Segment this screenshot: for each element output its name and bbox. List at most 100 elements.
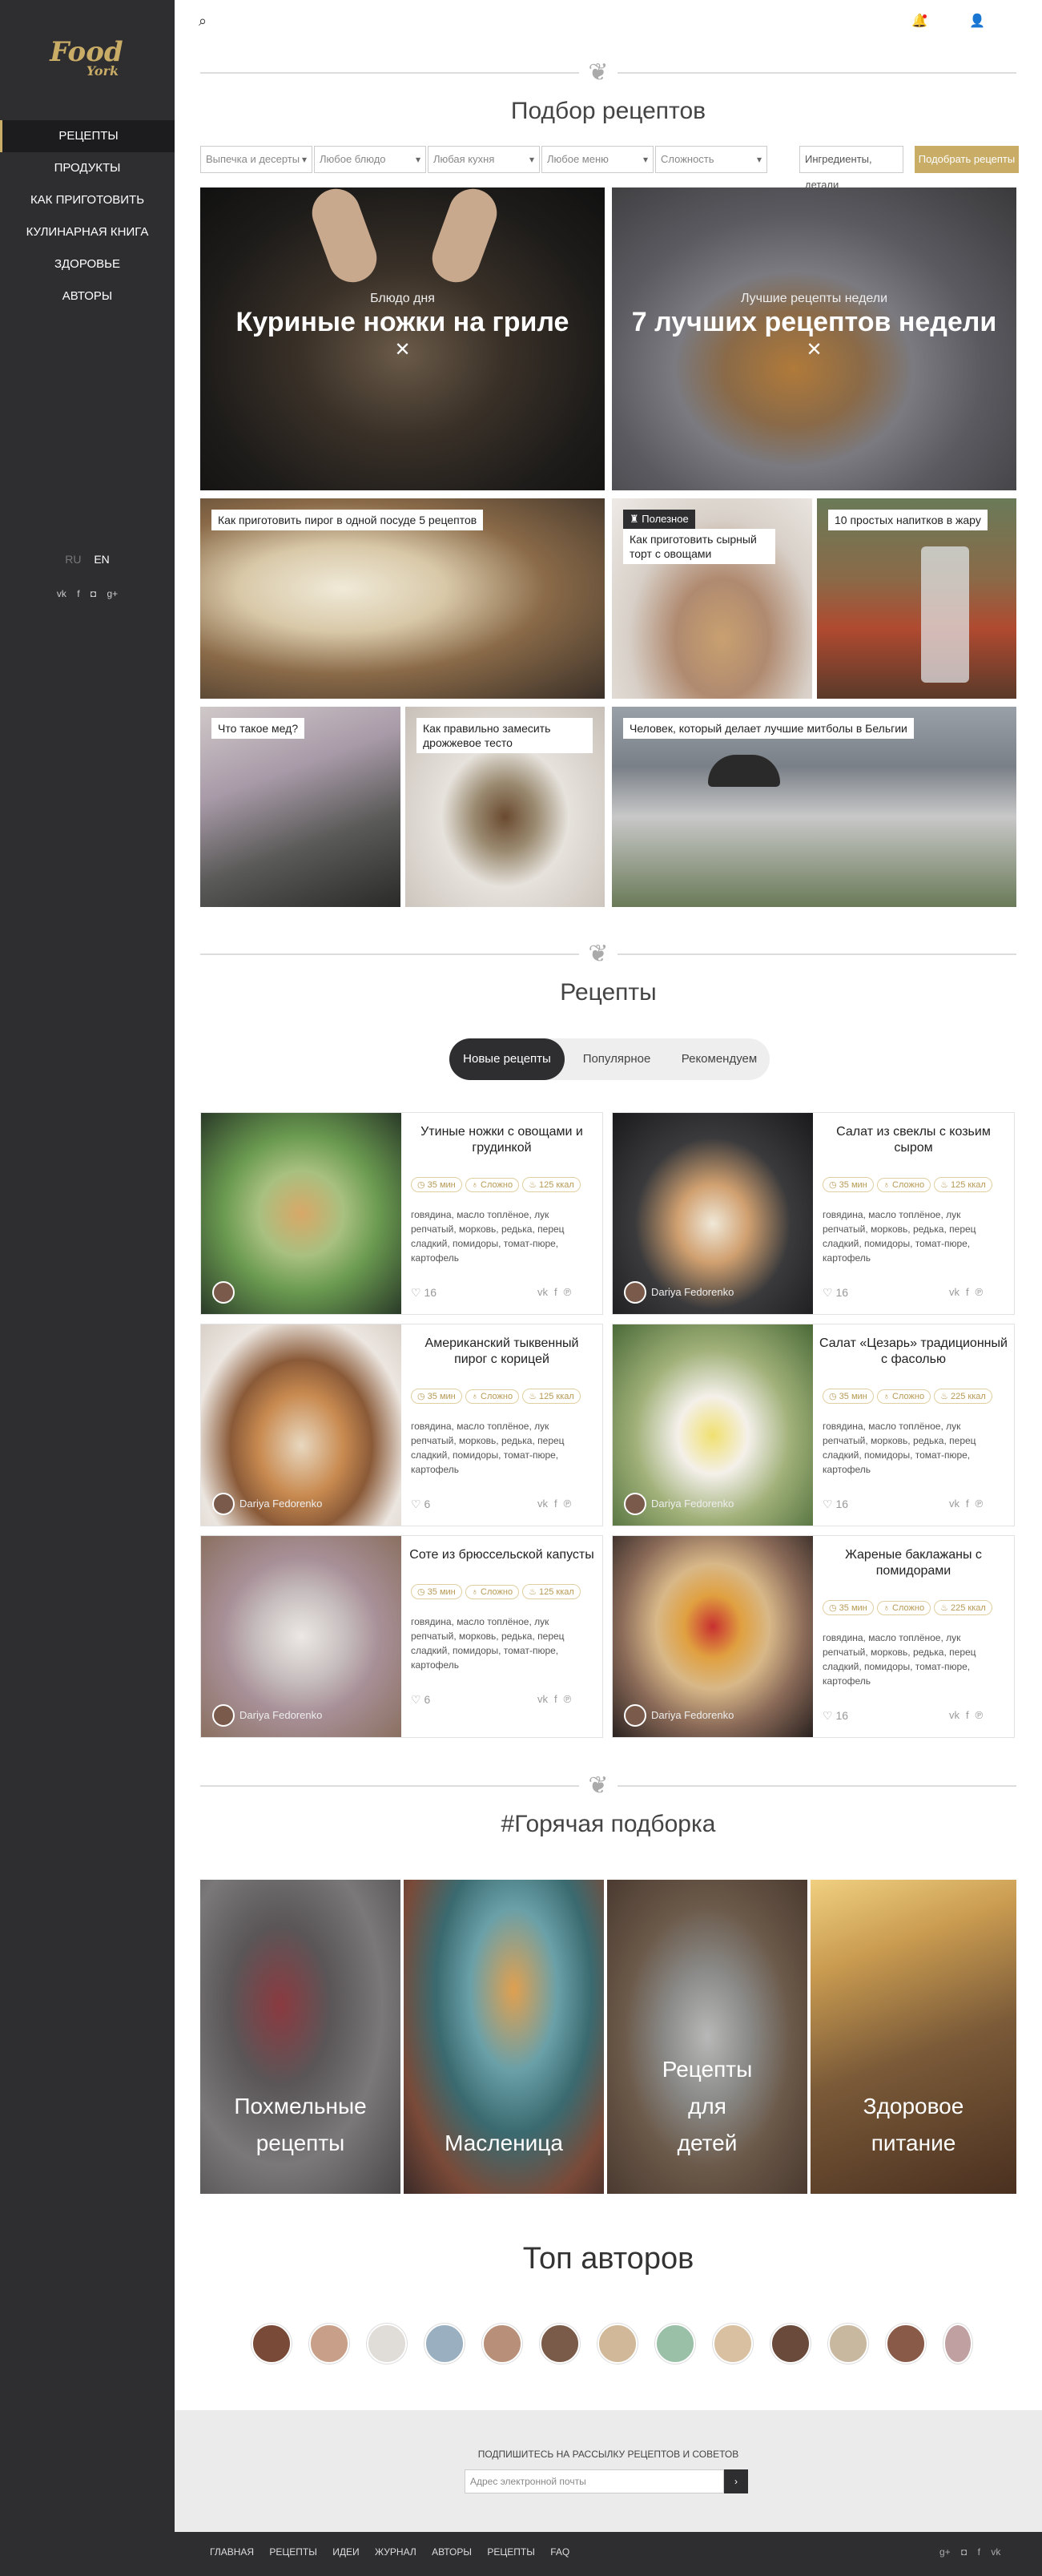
facebook-icon[interactable]: f <box>966 1498 969 1510</box>
like-button[interactable]: ♡ 6 <box>411 1693 430 1707</box>
facebook-icon[interactable]: f <box>77 588 79 599</box>
filter-dish-select[interactable]: Любое блюдо <box>314 146 426 173</box>
author-avatar[interactable] <box>309 2324 349 2364</box>
nav-item-health[interactable]: Здоровье <box>0 248 175 280</box>
pinterest-icon[interactable]: ℗ <box>564 1286 572 1298</box>
ingredients-input[interactable]: Ингредиенты, детали <box>799 146 903 191</box>
pinterest-icon[interactable]: ℗ <box>564 1693 572 1705</box>
nav-item-recipes[interactable]: Рецепты <box>0 120 175 152</box>
facebook-icon[interactable]: f <box>966 1709 969 1721</box>
user-icon[interactable]: 👤 <box>969 13 985 29</box>
hot-tile[interactable]: Здоровое питание <box>811 1880 1016 2194</box>
author-avatar[interactable] <box>482 2324 522 2364</box>
like-button[interactable]: ♡ 16 <box>823 1286 848 1300</box>
lang-en[interactable]: EN <box>94 553 109 566</box>
pinterest-icon[interactable]: ℗ <box>976 1286 984 1298</box>
facebook-icon[interactable]: f <box>554 1693 557 1705</box>
author-avatar[interactable] <box>943 2324 972 2364</box>
footer-link[interactable]: Авторы <box>432 2546 472 2558</box>
recipe-card[interactable]: Dariya Fedorenko Американский тыквенный … <box>200 1324 603 1526</box>
recipe-title[interactable]: Салат из свеклы с козьим сыром <box>819 1124 1008 1156</box>
vk-icon[interactable]: vk <box>537 1286 548 1298</box>
search-icon[interactable]: ⌕ <box>199 13 207 30</box>
filter-cuisine-select[interactable]: Любая кухня <box>428 146 540 173</box>
vk-icon[interactable]: vk <box>537 1498 548 1510</box>
like-button[interactable]: ♡ 16 <box>823 1498 848 1511</box>
hot-tile[interactable]: Рецепты для детей <box>607 1880 807 2194</box>
vk-icon[interactable]: vk <box>949 1498 960 1510</box>
recipe-title[interactable]: Салат «Цезарь» традиционный с фасолью <box>819 1336 1008 1368</box>
filter-category-select[interactable]: Выпечка и десерты <box>200 146 312 173</box>
pinterest-icon[interactable]: ℗ <box>564 1498 572 1510</box>
pinterest-icon[interactable]: ℗ <box>976 1498 984 1510</box>
vk-icon[interactable]: vk <box>949 1286 960 1298</box>
author-avatar[interactable] <box>828 2324 868 2364</box>
facebook-icon[interactable]: f <box>978 2546 980 2558</box>
avatar[interactable] <box>212 1281 235 1304</box>
subscribe-button[interactable]: › <box>724 2469 748 2493</box>
author-avatar[interactable] <box>886 2324 926 2364</box>
recipe-title[interactable]: Соте из брюссельской капусты <box>408 1547 596 1563</box>
recipe-title[interactable]: Американский тыквенный пирог с корицей <box>408 1336 596 1368</box>
like-button[interactable]: ♡ 16 <box>823 1709 848 1723</box>
facebook-icon[interactable]: f <box>554 1498 557 1510</box>
article-tile[interactable]: Как приготовить пирог в одной посуде 5 р… <box>200 498 605 699</box>
author-avatar[interactable] <box>597 2324 638 2364</box>
author-name[interactable]: Dariya Fedorenko <box>239 1498 322 1510</box>
article-tile[interactable]: Что такое мед? <box>200 707 400 907</box>
recipe-card[interactable]: Dariya Fedorenko Салат из свеклы с козьи… <box>612 1112 1015 1315</box>
email-input[interactable]: Адрес электронной почты <box>465 2469 724 2493</box>
author-avatar[interactable] <box>540 2324 580 2364</box>
avatar[interactable] <box>624 1493 646 1515</box>
article-tile[interactable]: Человек, который делает лучшие митболы в… <box>612 707 1016 907</box>
like-button[interactable]: ♡ 6 <box>411 1498 430 1511</box>
author-avatar[interactable] <box>424 2324 465 2364</box>
avatar[interactable] <box>624 1281 646 1304</box>
footer-link[interactable]: FAQ <box>550 2546 569 2558</box>
google-plus-icon[interactable]: g+ <box>939 2546 951 2558</box>
footer-link[interactable]: Главная <box>210 2546 254 2558</box>
vk-icon[interactable]: vk <box>949 1709 960 1721</box>
pinterest-icon[interactable]: ℗ <box>976 1709 984 1721</box>
vk-icon[interactable]: vk <box>57 588 66 599</box>
filter-difficulty-select[interactable]: Сложность <box>655 146 767 173</box>
avatar[interactable] <box>212 1493 235 1515</box>
avatar[interactable] <box>624 1704 646 1727</box>
recipe-card[interactable]: Dariya Fedorenko Соте из брюссельской ка… <box>200 1535 603 1738</box>
footer-link[interactable]: Идеи <box>332 2546 359 2558</box>
instagram-icon[interactable]: ◘ <box>961 2546 967 2558</box>
pick-recipes-button[interactable]: Подобрать рецепты <box>915 146 1019 173</box>
author-avatar[interactable] <box>770 2324 811 2364</box>
hot-tile[interactable]: Похмельные рецепты <box>200 1880 400 2194</box>
footer-link[interactable]: Рецепты <box>269 2546 316 2558</box>
recipe-card[interactable]: Утиные ножки с овощами и грудинкой ◷ 35 … <box>200 1112 603 1315</box>
tab-popular[interactable]: Популярное <box>565 1038 669 1080</box>
author-avatar[interactable] <box>713 2324 753 2364</box>
facebook-icon[interactable]: f <box>966 1286 969 1298</box>
footer-link[interactable]: Журнал <box>375 2546 416 2558</box>
recipe-title[interactable]: Утиные ножки с овощами и грудинкой <box>408 1124 596 1156</box>
article-tile[interactable]: Как правильно замесить дрожжевое тесто <box>405 707 605 907</box>
nav-item-how-to-cook[interactable]: Как приготовить <box>0 184 175 216</box>
article-tile[interactable]: 10 простых напитков в жару <box>817 498 1016 699</box>
recipe-card[interactable]: Dariya Fedorenko Жареные баклажаны с пом… <box>612 1535 1015 1738</box>
featured-big-tile[interactable]: Блюдо дня Куриные ножки на гриле ✕ <box>200 187 605 490</box>
nav-item-products[interactable]: Продукты <box>0 152 175 184</box>
avatar[interactable] <box>212 1704 235 1727</box>
featured-big-tile[interactable]: Лучшие рецепты недели 7 лучших рецептов … <box>612 187 1016 490</box>
instagram-icon[interactable]: ◘ <box>91 588 96 599</box>
recipe-card[interactable]: Dariya Fedorenko Салат «Цезарь» традицио… <box>612 1324 1015 1526</box>
author-name[interactable]: Dariya Fedorenko <box>239 1709 322 1721</box>
bell-icon[interactable]: 🔔 <box>911 13 927 29</box>
footer-link[interactable]: Рецепты <box>487 2546 534 2558</box>
author-name[interactable]: Dariya Fedorenko <box>651 1286 734 1298</box>
google-plus-icon[interactable]: g+ <box>107 588 118 599</box>
tab-new-recipes[interactable]: Новые рецепты <box>449 1038 565 1080</box>
like-button[interactable]: ♡ 16 <box>411 1286 437 1300</box>
filter-menu-select[interactable]: Любое меню <box>541 146 654 173</box>
vk-icon[interactable]: vk <box>991 2546 1000 2558</box>
author-name[interactable]: Dariya Fedorenko <box>651 1498 734 1510</box>
author-avatar[interactable] <box>655 2324 695 2364</box>
nav-item-cookbook[interactable]: Кулинарная книга <box>0 216 175 248</box>
vk-icon[interactable]: vk <box>537 1693 548 1705</box>
